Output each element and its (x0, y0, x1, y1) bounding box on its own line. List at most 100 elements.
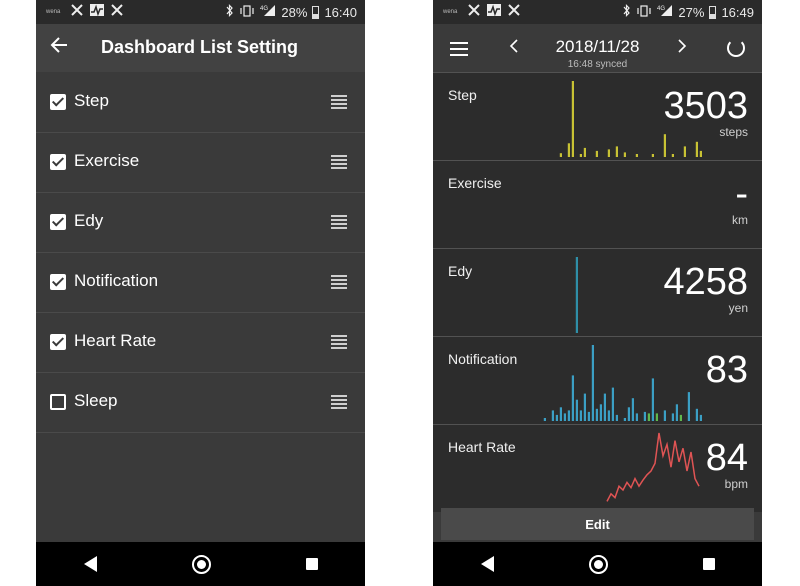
nav-home-icon[interactable] (191, 554, 211, 574)
metric-mini-chart (543, 161, 703, 248)
chart-bar (699, 150, 702, 157)
chart-bar (635, 413, 638, 421)
chart-bar (555, 414, 558, 421)
signal-icon: 4G (260, 4, 276, 20)
setting-row-label: Edy (74, 211, 104, 230)
page-title: Dashboard List Setting (101, 37, 299, 57)
chart-bar (671, 154, 674, 157)
chart-bar (575, 257, 578, 333)
chart-bar (603, 393, 606, 421)
chart-bar (699, 414, 702, 421)
back-arrow-icon[interactable] (50, 36, 68, 58)
nav-back-icon[interactable] (83, 556, 97, 572)
drag-handle-icon[interactable] (331, 155, 347, 171)
metric-card-step[interactable]: Step 3503 steps (433, 72, 762, 160)
chart-bar (675, 404, 678, 421)
battery-percent: 28% (281, 4, 308, 20)
signal-label: 4G (260, 6, 268, 12)
carrier-label: wena (46, 8, 61, 15)
chart-bar (583, 393, 586, 421)
nav-back-icon[interactable] (480, 556, 494, 572)
sync-status: 16:48 synced (567, 59, 628, 70)
metric-card-exercise[interactable]: Exercise - km (433, 160, 762, 248)
metric-card-heart-rate[interactable]: Heart Rate 84 bpm (433, 424, 762, 512)
app-notification-icon (110, 3, 124, 20)
metric-value: - (735, 173, 748, 215)
chart-bar (607, 410, 610, 421)
setting-row-label: Heart Rate (74, 331, 157, 350)
chart-bar (695, 141, 698, 157)
metric-value: 84 (705, 437, 748, 479)
chart-line (606, 432, 700, 502)
bluetooth-icon (226, 4, 234, 20)
chart-bar (559, 153, 562, 157)
nav-recents-icon[interactable] (305, 558, 318, 570)
metric-card-notification[interactable]: Notification 83 (433, 336, 762, 424)
chart-bar (595, 408, 598, 421)
setting-row-label: Step (74, 91, 109, 110)
setting-row-label: Sleep (74, 391, 118, 410)
carrier-label: wena (443, 8, 458, 15)
setting-row-label: Exercise (74, 151, 140, 170)
edit-button[interactable]: Edit (441, 508, 754, 540)
chart-bar (571, 81, 574, 157)
battery-percent: 27% (678, 4, 705, 20)
metric-mini-chart (543, 345, 702, 421)
setting-row-sleep[interactable]: Sleep (36, 373, 365, 433)
chart-bar (663, 134, 666, 157)
chart-bar (695, 408, 698, 421)
metric-card-edy[interactable]: Edy 4258 yen (433, 248, 762, 336)
app-notification-icon (70, 3, 84, 20)
battery-icon (709, 5, 717, 19)
checkbox[interactable] (50, 334, 66, 350)
metric-value: 3503 (663, 85, 748, 127)
nav-recents-icon[interactable] (702, 558, 715, 570)
nav-home-icon[interactable] (588, 554, 608, 574)
checkbox[interactable] (50, 214, 66, 230)
drag-handle-icon[interactable] (331, 335, 347, 351)
checkbox[interactable] (50, 154, 66, 170)
app-bar: Dashboard List Setting (36, 24, 365, 72)
chart-bar (543, 418, 546, 421)
drag-handle-icon[interactable] (331, 95, 347, 111)
chart-bar (643, 411, 646, 421)
chart-bar (611, 387, 614, 421)
chart-bar (623, 418, 626, 421)
metric-name: Notification (448, 351, 518, 367)
setting-row-step[interactable]: Step (36, 73, 365, 133)
chart-bar (615, 414, 618, 421)
checkbox[interactable] (50, 394, 66, 410)
bluetooth-icon (623, 4, 631, 20)
drag-handle-icon[interactable] (331, 395, 347, 411)
setting-row-edy[interactable]: Edy (36, 193, 365, 253)
drag-handle-icon[interactable] (331, 275, 347, 291)
dashboard-item-list: Step Exercise Edy Notification Heart Rate Sle… (36, 73, 365, 433)
metric-value: 83 (705, 349, 748, 391)
sync-icon[interactable] (727, 39, 745, 57)
chart-bar (651, 154, 654, 157)
phone-right-screen: wena 4G 27% 16:49 2018/11/28 16:48 synce… (433, 0, 762, 586)
chart-bar (599, 404, 602, 421)
metric-unit: steps (719, 125, 748, 139)
vibrate-icon (239, 4, 255, 20)
chart-bar (607, 149, 610, 157)
checkbox[interactable] (50, 274, 66, 290)
next-day-chevron-icon[interactable] (677, 35, 687, 57)
chart-bar (683, 146, 686, 157)
checkbox[interactable] (50, 94, 66, 110)
metric-unit: bpm (724, 477, 748, 491)
setting-row-notification[interactable]: Notification (36, 253, 365, 313)
setting-row-exercise[interactable]: Exercise (36, 133, 365, 193)
setting-row-heart-rate[interactable]: Heart Rate (36, 313, 365, 373)
chart-bar (567, 410, 570, 421)
metric-name: Exercise (448, 175, 502, 191)
metric-name: Heart Rate (448, 439, 516, 455)
signal-label: 4G (657, 6, 665, 12)
chart-bar (671, 413, 674, 421)
chart-bar (615, 146, 618, 157)
chart-bar (651, 378, 654, 421)
chart-bar (663, 410, 666, 421)
metric-value: 4258 (663, 261, 748, 303)
drag-handle-icon[interactable] (331, 215, 347, 231)
chart-bar (551, 410, 554, 421)
